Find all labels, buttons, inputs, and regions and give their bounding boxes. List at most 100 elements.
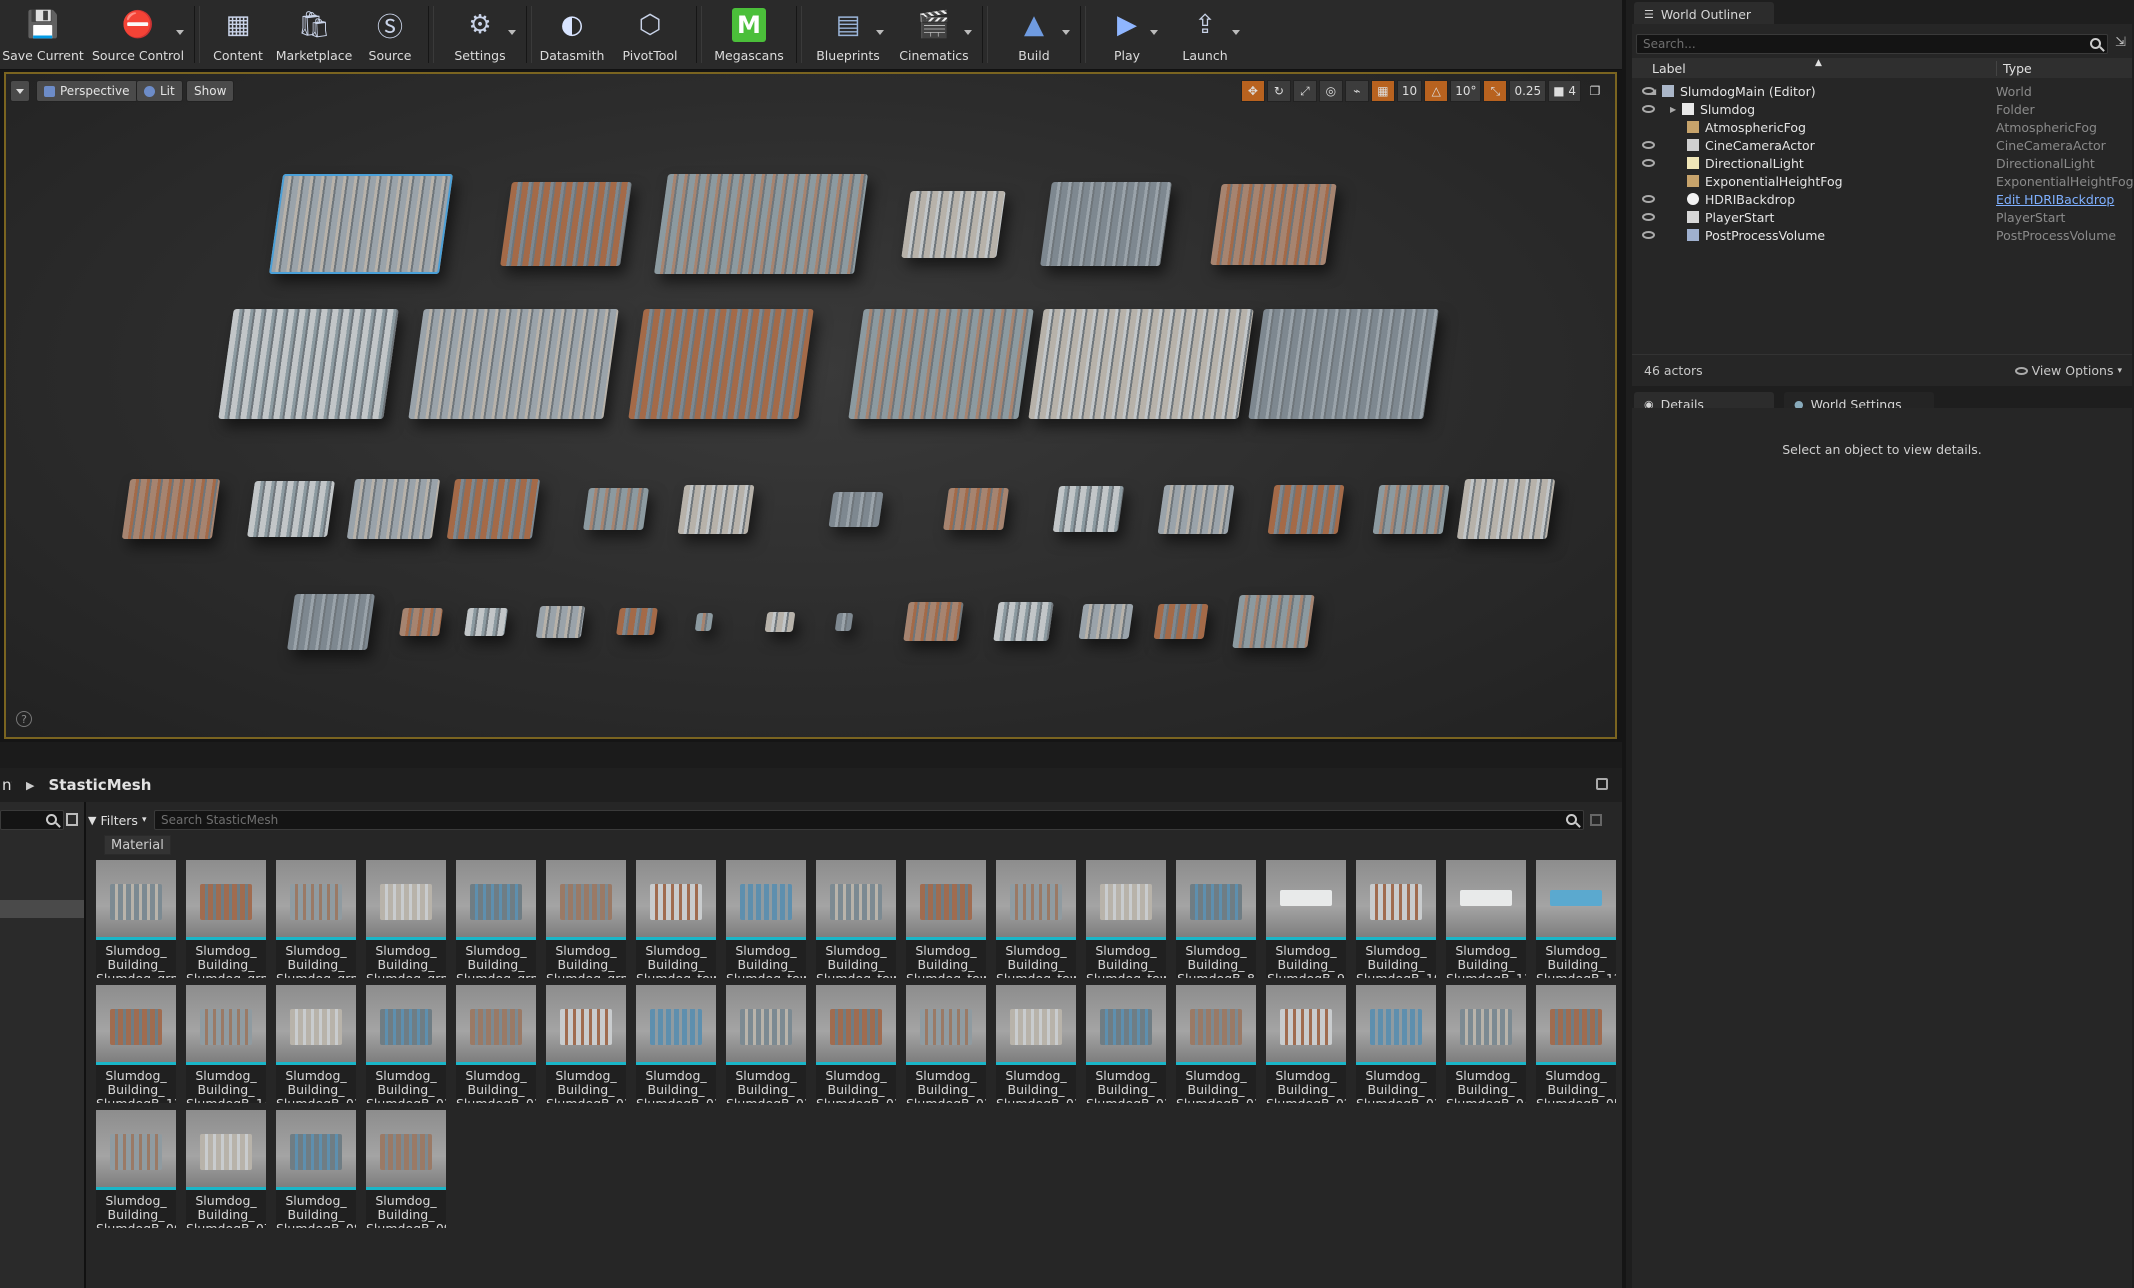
rotate-tool-icon[interactable]: ↻ [1266, 80, 1291, 102]
asset-tile[interactable]: Slumdog_ Building_ SlumdogB_015 [816, 985, 896, 1103]
asset-tile[interactable]: Slumdog_ Building_ SlumdogB_04 [1446, 985, 1526, 1103]
view-mode-button[interactable]: Lit [136, 80, 183, 102]
chevron-down-icon[interactable] [964, 30, 972, 35]
asset-tile[interactable]: Slumdog_ Building_ Slumdog_grp3 [276, 860, 356, 978]
building-mesh[interactable] [121, 479, 221, 539]
building-mesh[interactable] [1267, 484, 1345, 534]
asset-tile[interactable]: Slumdog_ Building_ SlumdogB_11 [1446, 860, 1526, 978]
visibility-eye-icon[interactable] [1642, 231, 1655, 239]
outliner-row[interactable]: DirectionalLight DirectionalLight [1632, 154, 2132, 172]
surface-snap-icon[interactable]: ⌁ [1344, 80, 1369, 102]
asset-tile[interactable]: Slumdog_ Building_ SlumdogB_010 [366, 985, 446, 1103]
building-mesh[interactable] [346, 479, 441, 539]
sources-list-icon[interactable] [66, 813, 78, 826]
building-mesh[interactable] [287, 593, 375, 650]
building-mesh[interactable] [828, 491, 884, 527]
building-mesh[interactable] [694, 612, 714, 631]
outliner-row[interactable]: PostProcessVolume PostProcessVolume [1632, 226, 2132, 244]
megascans-button[interactable]: M Megascans [706, 0, 792, 69]
asset-tile[interactable]: Slumdog_ Building_ SlumdogB_07 [186, 1110, 266, 1228]
translate-tool-icon[interactable]: ✥ [1240, 80, 1265, 102]
asset-tile[interactable]: Slumdog_ Building_ Slumdog_tower [996, 860, 1076, 978]
visibility-eye-icon[interactable] [1642, 195, 1655, 203]
filters-button[interactable]: ▼ Filters ▾ [88, 813, 148, 828]
marketplace-button[interactable]: 🛍 Marketplace [272, 0, 356, 69]
chevron-down-icon[interactable] [876, 30, 884, 35]
content-button[interactable]: ▦ Content [204, 0, 272, 69]
building-mesh[interactable] [399, 607, 443, 636]
building-mesh[interactable] [1232, 595, 1315, 648]
scale-snap-icon[interactable]: ⤡ [1483, 80, 1508, 102]
blueprints-button[interactable]: ▤ Blueprints [806, 0, 890, 69]
breadcrumb-previous[interactable]: nt [2, 776, 12, 794]
asset-tile[interactable]: Slumdog_ Building_ SlumdogB_14 [186, 985, 266, 1103]
building-mesh[interactable] [1153, 604, 1209, 639]
label-column-header[interactable]: Label [1652, 61, 1686, 76]
visibility-eye-icon[interactable] [1642, 213, 1655, 221]
asset-tile[interactable]: Slumdog_ Building_ SlumdogB_08 [276, 1110, 356, 1228]
build-button[interactable]: ▲ Build [992, 0, 1076, 69]
tab-world-outliner[interactable]: ☰ World Outliner [1634, 2, 1774, 26]
building-mesh[interactable] [1052, 486, 1125, 532]
outliner-row[interactable]: CineCameraActor CineCameraActor [1632, 136, 2132, 154]
pivottool-button[interactable]: ⬡ PivotTool [608, 0, 692, 69]
visibility-eye-icon[interactable] [1642, 141, 1655, 149]
asset-tile[interactable]: Slumdog_ Building_ SlumdogB_011 [456, 985, 536, 1103]
asset-tile[interactable]: Slumdog_ Building_ SlumdogB_017 [996, 985, 1076, 1103]
chevron-down-icon[interactable] [1062, 30, 1070, 35]
collapse-arrow-icon[interactable]: ▶ [1670, 105, 1676, 114]
building-mesh[interactable] [446, 479, 541, 539]
asset-tile[interactable]: Slumdog_ Building_ Slumdog_grp2 [186, 860, 266, 978]
level-viewport[interactable]: Perspective Lit Show ✥ ↻ ⤢ ◎ ⌁ ▦ 10 △ 10… [4, 72, 1617, 739]
asset-tile[interactable]: Slumdog_ Building_ Slumdog_grp4 [366, 860, 446, 978]
chevron-down-icon[interactable] [176, 30, 184, 35]
source-button[interactable]: Ⓢ Source [356, 0, 424, 69]
asset-tile[interactable]: Slumdog_ Building_ SlumdogB_09 [366, 1110, 446, 1228]
building-mesh[interactable] [848, 309, 1034, 419]
rotation-snap-icon[interactable]: △ [1424, 80, 1449, 102]
play-button[interactable]: ▶ Play [1090, 0, 1164, 69]
asset-tile[interactable]: Slumdog_ Building_ SlumdogB_018 [1086, 985, 1166, 1103]
settings-button[interactable]: ⚙ Settings [438, 0, 522, 69]
building-mesh[interactable] [677, 484, 755, 534]
cinematics-button[interactable]: 🎬 Cinematics [890, 0, 978, 69]
breadcrumb-current[interactable]: StasticMesh [48, 776, 151, 794]
asset-tile[interactable]: Slumdog_ Building_ SlumdogB_013 [636, 985, 716, 1103]
building-mesh[interactable] [993, 602, 1054, 641]
building-mesh[interactable] [535, 605, 586, 638]
building-mesh[interactable] [943, 488, 1009, 530]
chevron-down-icon[interactable] [1232, 30, 1240, 35]
view-options-button[interactable]: View Options ▾ [2014, 363, 2122, 378]
building-mesh[interactable] [616, 608, 658, 635]
asset-tile[interactable]: Slumdog_ Building_ Slumdog_grp5 [456, 860, 536, 978]
building-mesh[interactable] [218, 309, 399, 419]
content-search-input[interactable]: Search StasticMesh [154, 810, 1584, 830]
material-filter-chip[interactable]: Material [104, 835, 171, 855]
selected-folder-row[interactable] [0, 900, 84, 918]
asset-tile[interactable]: Slumdog_ Building_ Slumdog_tower [636, 860, 716, 978]
outliner-row[interactable]: ◢ SlumdogMain (Editor) World [1632, 82, 2132, 100]
building-mesh[interactable] [1456, 479, 1556, 539]
outliner-row[interactable]: ▶ Slumdog Folder [1632, 100, 2132, 118]
sources-search-input[interactable] [0, 810, 64, 830]
chevron-down-icon[interactable] [508, 30, 516, 35]
building-mesh[interactable] [1028, 309, 1254, 419]
visibility-eye-icon[interactable] [1642, 105, 1655, 113]
viewport-options-button[interactable] [10, 80, 30, 102]
asset-tile[interactable]: Slumdog_ Building_ SlumdogB_012 [546, 985, 626, 1103]
outliner-row[interactable]: AtmosphericFog AtmosphericFog [1632, 118, 2132, 136]
asset-tile[interactable]: Slumdog_ Building_ SlumdogB_9 [1266, 860, 1346, 978]
help-icon[interactable]: ? [16, 711, 32, 727]
asset-tile[interactable]: Slumdog_ Building_ SlumdogB_12 [1536, 860, 1616, 978]
save-current-button[interactable]: 💾 Save Current [0, 0, 86, 69]
building-mesh[interactable] [1157, 484, 1235, 534]
building-mesh[interactable] [583, 488, 649, 530]
asset-tile[interactable]: Slumdog_ Building_ SlumdogB_05 [1536, 985, 1616, 1103]
outliner-row[interactable]: PlayerStart PlayerStart [1632, 208, 2132, 226]
source-control-button[interactable]: ⛔ Source Control [86, 0, 190, 69]
building-mesh[interactable] [1040, 182, 1172, 266]
scale-snap-value[interactable]: 0.25 [1509, 80, 1547, 102]
add-folder-icon[interactable]: ⇲ [2115, 35, 2126, 50]
asset-tile[interactable]: Slumdog_ Building_ SlumdogB_03 [1356, 985, 1436, 1103]
type-column-header[interactable]: Type [1996, 61, 2032, 76]
